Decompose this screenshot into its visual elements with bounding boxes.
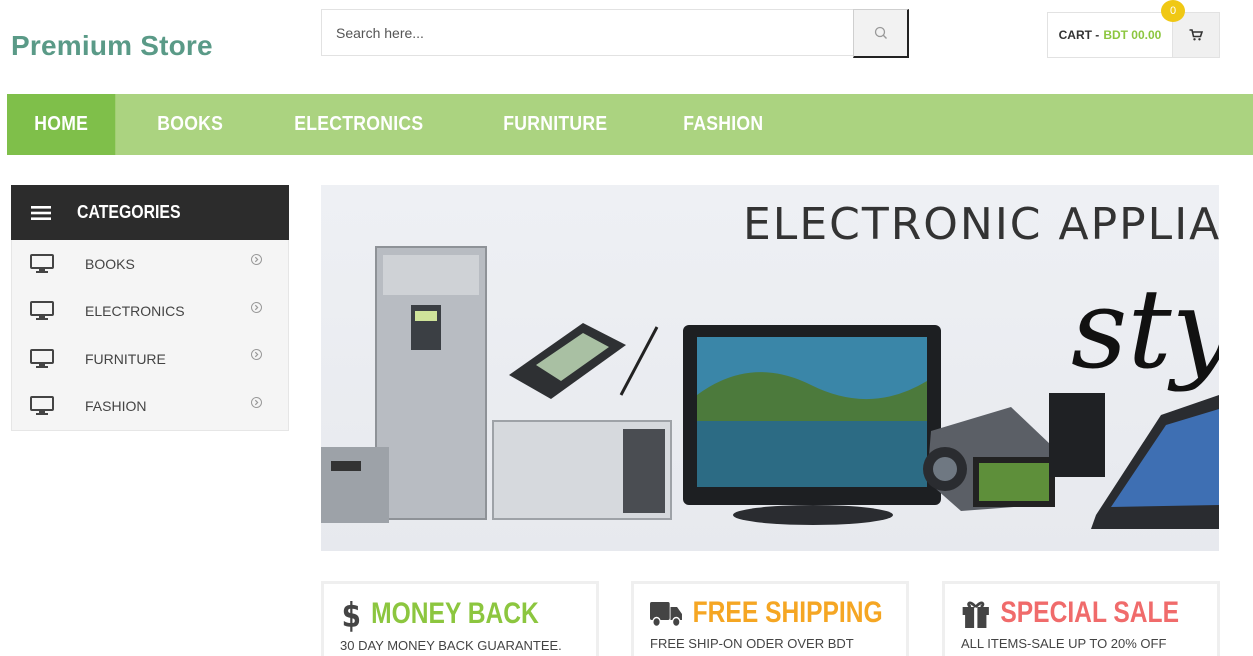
search-icon: [874, 26, 887, 39]
feature-title: SPECIAL SALE: [1000, 596, 1179, 629]
nav-item-electronics[interactable]: ELECTRONICS: [267, 94, 451, 155]
category-item-furniture[interactable]: FURNITURE: [12, 335, 288, 383]
cart-label[interactable]: CART - BDT 00.00: [1047, 12, 1173, 58]
menu-icon: [31, 205, 51, 220]
categories-list: BOOKS ELECTRONICS FURNITURE FASHION: [11, 240, 289, 431]
cart-text: CART -: [1058, 28, 1100, 42]
feature-money-back: $ MONEY BACK 30 DAY MONEY BACK GUARANTEE…: [321, 581, 599, 656]
feature-free-shipping: FREE SHIPPING FREE SHIP-ON ODER OVER BDT: [631, 581, 909, 656]
page: Premium Store CART - BDT 00.00 0 HOME BO…: [0, 0, 1253, 656]
feature-title: FREE SHIPPING: [692, 596, 883, 629]
chevron-right-circle-icon: [251, 254, 262, 265]
feature-subtitle: FREE SHIP-ON ODER OVER BDT: [650, 636, 854, 651]
chevron-right-circle-icon: [251, 301, 262, 313]
nav-item-home[interactable]: HOME: [7, 94, 116, 155]
feature-subtitle: ALL ITEMS-SALE UP TO 20% OFF: [961, 636, 1167, 651]
feature-title-row: FREE SHIPPING: [650, 596, 883, 630]
cart-count-badge: 0: [1161, 0, 1185, 22]
category-item-electronics[interactable]: ELECTRONICS: [12, 288, 288, 336]
search-bar: [321, 9, 909, 58]
truck-icon: [650, 598, 683, 628]
monitor-icon: [30, 396, 54, 416]
categories-sidebar: CATEGORIES BOOKS ELECTRONICS FURNITURE F…: [11, 185, 289, 431]
monitor-icon: [30, 348, 54, 368]
nav-item-furniture[interactable]: FURNITURE: [476, 94, 635, 155]
cart-widget[interactable]: CART - BDT 00.00: [1047, 12, 1220, 58]
category-item-books[interactable]: BOOKS: [12, 240, 288, 288]
feature-title-row: $ MONEY BACK: [340, 596, 539, 632]
category-label: BOOKS: [85, 255, 135, 272]
dollar-icon: $: [340, 596, 361, 632]
monitor-icon: [30, 253, 54, 273]
cart-icon: [1189, 29, 1203, 41]
gift-icon: [961, 597, 991, 629]
chevron-right-circle-icon: [251, 349, 262, 360]
hero-banner[interactable]: ELECTRONIC APPLIAN sty: [321, 185, 1219, 551]
search-input[interactable]: [321, 9, 853, 56]
chevron-right-circle-icon: [251, 396, 262, 408]
nav-item-books[interactable]: BOOKS: [130, 94, 250, 155]
monitor-icon: [30, 301, 54, 321]
feature-title: MONEY BACK: [371, 597, 539, 630]
nav-item-fashion[interactable]: FASHION: [656, 94, 791, 155]
categories-title: CATEGORIES: [77, 202, 181, 222]
svg-text:$: $: [342, 596, 361, 632]
category-label: ELECTRONICS: [85, 303, 185, 320]
cart-amount: BDT 00.00: [1103, 28, 1162, 42]
search-button[interactable]: [853, 9, 909, 58]
appliances-illustration: [321, 246, 1219, 529]
feature-subtitle: 30 DAY MONEY BACK GUARANTEE.: [340, 638, 562, 653]
main-nav: HOME BOOKS ELECTRONICS FURNITURE FASHION: [7, 94, 1253, 155]
categories-header[interactable]: CATEGORIES: [11, 185, 289, 240]
feature-special-sale: SPECIAL SALE ALL ITEMS-SALE UP TO 20% OF…: [942, 581, 1220, 656]
feature-title-row: SPECIAL SALE: [961, 596, 1179, 630]
category-label: FASHION: [85, 398, 147, 415]
category-label: FURNITURE: [85, 350, 166, 367]
category-item-fashion[interactable]: FASHION: [12, 383, 288, 431]
store-logo[interactable]: Premium Store: [11, 30, 213, 62]
